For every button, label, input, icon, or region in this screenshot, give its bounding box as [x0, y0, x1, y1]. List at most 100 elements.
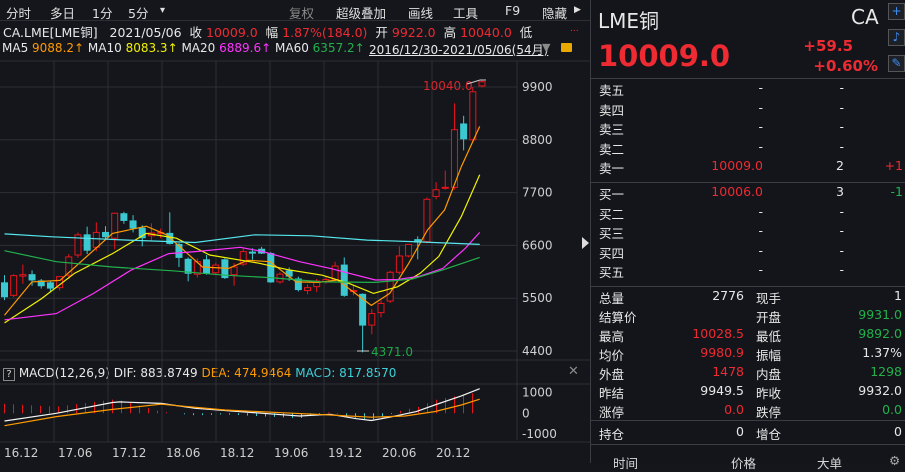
level-delta: +1	[884, 158, 903, 174]
x-tick-label: 19.12	[328, 446, 362, 460]
level-label: 买四	[599, 245, 625, 261]
candle-down	[1, 282, 8, 298]
x-tick-label: 18.06	[166, 446, 200, 460]
dif-line	[4, 388, 480, 422]
stat-label: 均价	[599, 348, 625, 363]
x-tick-label: 20.12	[436, 446, 470, 460]
level-qty: -	[839, 223, 844, 239]
stat-label: 昨收	[756, 386, 782, 401]
stat-row: 均价 9980.9 振幅 1.37%	[591, 344, 905, 363]
stat-label: 内盘	[756, 367, 782, 382]
y-tick-label: 7700	[522, 186, 553, 200]
bell-icon[interactable]: ♪	[888, 29, 905, 46]
stat-value: 1478	[712, 364, 744, 379]
order-book-row: 买一 10006.0 3 -1	[591, 183, 905, 202]
stat-label: 开盘	[756, 310, 782, 325]
price-change: +59.5	[803, 37, 853, 55]
instrument-code: CA	[851, 5, 879, 29]
candle-up	[469, 91, 477, 141]
x-tick-label: 18.12	[220, 446, 254, 460]
stat-row: 结算价 开盘 9931.0	[591, 306, 905, 325]
stat-label: 昨结	[599, 386, 625, 401]
candle-down	[46, 282, 54, 289]
level-price: -	[758, 242, 763, 258]
level-label: 买五	[599, 265, 625, 281]
candle-up	[19, 274, 27, 277]
level-label: 买三	[599, 226, 625, 242]
level-price: -	[758, 119, 763, 135]
level-price: -	[758, 203, 763, 219]
order-book-row: 买二 - -	[591, 203, 905, 222]
candle-up	[405, 243, 413, 257]
instrument-name: LME铜	[598, 9, 660, 33]
level-label: 买一	[599, 187, 625, 202]
level-delta: -1	[890, 184, 903, 199]
candle-up	[368, 313, 376, 326]
candle-down	[248, 251, 256, 254]
candle-up	[395, 255, 403, 273]
level-qty: 2	[836, 158, 844, 174]
y-tick-label: 6600	[522, 238, 553, 252]
pencil-icon[interactable]: ✎	[888, 55, 905, 72]
price-change-pct: +0.60%	[813, 57, 878, 75]
stat-value: 10028.5	[692, 326, 744, 341]
stat-value: 9949.5	[700, 383, 744, 398]
collapse-panel-icon[interactable]	[582, 237, 589, 249]
level-qty: -	[839, 80, 844, 95]
candle-up	[432, 189, 440, 197]
candle-down	[120, 213, 128, 221]
macd-y-tick-label: -1000	[522, 427, 557, 441]
x-tick-label: 16.12	[4, 446, 38, 460]
x-tick-label: 17.12	[112, 446, 146, 460]
stat-label: 涨停	[599, 405, 625, 420]
position-change-label: 增仓	[756, 427, 782, 442]
macd-y-tick-label: 1000	[522, 386, 553, 400]
stat-row: 外盘 1478 内盘 1298	[591, 363, 905, 382]
stat-label: 最低	[756, 329, 782, 344]
order-book-row: 买三 - -	[591, 222, 905, 241]
trade-list-header: 时间 价格 大单 ⚙	[591, 452, 905, 471]
candle-down	[184, 258, 192, 274]
candle-up	[304, 287, 312, 292]
dea-line	[4, 398, 480, 427]
candle-down	[28, 274, 36, 281]
candle-down	[129, 220, 137, 229]
stat-row: 昨结 9949.5 昨收 9932.0	[591, 382, 905, 401]
candle-up	[230, 266, 238, 276]
order-book-row: 买四 - -	[591, 242, 905, 261]
min-price-label: 4371.0	[371, 345, 413, 359]
position-value: 0	[736, 424, 744, 439]
level-price: -	[758, 80, 763, 95]
candle-up	[92, 231, 100, 248]
stat-value: 0.0	[882, 402, 902, 417]
stat-value: 9980.9	[700, 345, 744, 360]
kline-chart[interactable]: 16.12 17.06 17.12 18.06 18.12 19.06 19.12 20.06…	[0, 0, 590, 463]
level-qty: -	[839, 203, 844, 219]
y-tick-label: 8800	[522, 133, 553, 147]
order-book-row: 买五 - -	[591, 261, 905, 280]
divider	[591, 444, 905, 445]
x-tick-label: 20.06	[382, 446, 416, 460]
stat-value: 9892.0	[858, 326, 902, 341]
stat-value: 1	[894, 288, 902, 303]
candle-down	[340, 264, 348, 296]
x-tick-label: 17.06	[58, 446, 92, 460]
level-price: 10009.0	[711, 158, 763, 174]
candle-down	[83, 234, 91, 251]
stat-label: 结算价	[599, 310, 637, 325]
level-qty: -	[839, 138, 844, 154]
stat-label: 跌停	[756, 405, 782, 420]
level-qty: -	[839, 119, 844, 135]
level-qty: -	[839, 99, 844, 115]
max-price-label: 10040.0	[423, 79, 473, 93]
settings-gear-icon[interactable]: ⚙	[889, 453, 900, 468]
quote-panel: LME铜 CA + ♪ ✎ 10009.0 +59.5 +0.60% 卖五 - …	[590, 0, 905, 471]
divider	[591, 182, 905, 183]
ma5-line	[4, 126, 481, 316]
candle-down	[460, 123, 468, 140]
plus-icon[interactable]: +	[888, 3, 905, 20]
stat-label: 现手	[756, 291, 782, 306]
macd-y-tick-label: 0	[522, 406, 530, 420]
candle-down	[102, 231, 110, 238]
candle-up	[386, 271, 394, 302]
